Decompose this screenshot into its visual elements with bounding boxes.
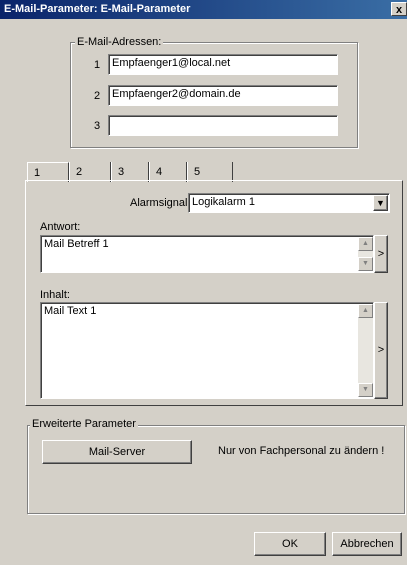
tab-2[interactable]: 2 [69,162,111,182]
content-insert-button[interactable]: > [374,302,388,399]
email-field-3[interactable] [108,115,338,136]
tab-3-label: 3 [118,166,125,178]
tab-1[interactable]: 1 [27,162,69,182]
chevron-down-icon[interactable]: ▼ [373,195,388,211]
tab-4-label: 4 [156,166,163,178]
content-field[interactable]: Mail Text 1 [40,302,374,399]
close-icon[interactable]: x [391,2,407,16]
email-group-legend: E-Mail-Adressen: [75,36,164,49]
cancel-button[interactable]: Abbrechen [332,532,402,556]
email-row-1-number: 1 [94,59,101,71]
scroll-down-icon[interactable]: ▼ [358,257,373,271]
email-row-2-number: 2 [94,90,101,102]
scroll-up-icon[interactable]: ▲ [358,237,373,251]
advanced-group [27,425,405,514]
mail-server-button[interactable]: Mail-Server [42,440,192,464]
scroll-down-icon[interactable]: ▼ [358,383,373,397]
email-row-3-number: 3 [94,120,101,132]
tab-5[interactable]: 5 [187,162,233,182]
alarm-label: Alarmsignal: [130,197,191,209]
advanced-note: Nur von Fachpersonal zu ändern ! [218,445,385,457]
answer-scrollbar[interactable]: ▲ ▼ [358,237,373,271]
tab-5-label: 5 [194,166,201,178]
content-value: Mail Text 1 [44,305,97,317]
tab-3[interactable]: 3 [111,162,149,182]
email-field-2[interactable]: Empfaenger2@domain.de [108,85,338,106]
answer-value: Mail Betreff 1 [44,238,109,250]
answer-insert-button[interactable]: > [374,235,388,273]
email-field-1[interactable]: Empfaenger1@local.net [108,54,338,75]
alarm-select[interactable]: Logikalarm 1 ▼ [188,193,390,213]
alarm-select-value: Logikalarm 1 [192,196,255,208]
content-scrollbar[interactable]: ▲ ▼ [358,304,373,397]
window-title: E-Mail-Parameter: E-Mail-Parameter [4,3,191,15]
dialog-window: E-Mail-Parameter: E-Mail-Parameter x E-M… [0,0,407,565]
scroll-up-icon[interactable]: ▲ [358,304,373,318]
title-bar: E-Mail-Parameter: E-Mail-Parameter x [0,0,407,19]
tab-1-label: 1 [34,167,41,179]
ok-button[interactable]: OK [254,532,326,556]
content-label: Inhalt: [40,289,70,301]
answer-field[interactable]: Mail Betreff 1 [40,235,374,273]
tab-4[interactable]: 4 [149,162,187,182]
answer-label: Antwort: [40,221,81,233]
tab-2-label: 2 [76,166,83,178]
advanced-group-legend: Erweiterte Parameter [30,418,138,431]
